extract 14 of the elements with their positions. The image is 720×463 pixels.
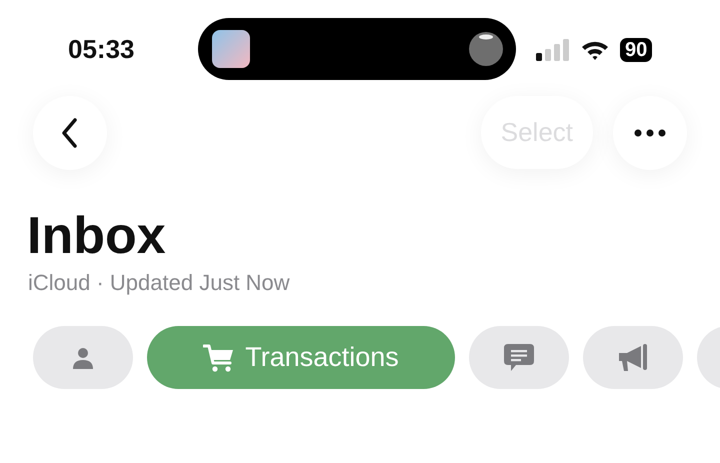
- status-time: 05:33: [68, 34, 136, 65]
- person-icon: [72, 346, 94, 368]
- battery-indicator: 90: [620, 38, 652, 62]
- ellipsis-icon: [633, 128, 667, 136]
- chat-bubble-icon: [503, 342, 535, 372]
- megaphone-icon: [617, 342, 649, 372]
- signal-icon: [536, 38, 570, 60]
- speaker-icon: [468, 30, 504, 66]
- chevron-left-icon: [60, 116, 80, 148]
- mailbox-title: Inbox: [27, 206, 167, 266]
- album-art-placeholder: [212, 30, 250, 68]
- cart-icon: [203, 342, 236, 372]
- category-tab[interactable]: Transactions: [147, 326, 455, 389]
- mailbox-subtitle: iCloud · Updated Just Now: [28, 270, 291, 296]
